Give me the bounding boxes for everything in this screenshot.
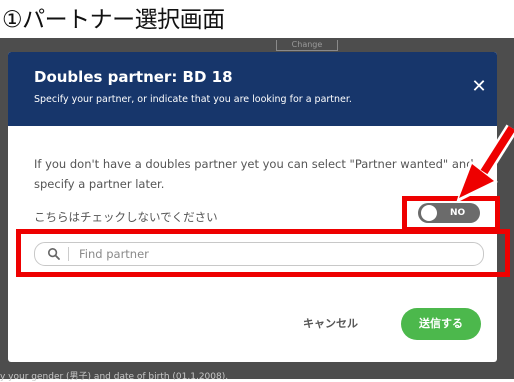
background-footer-text: y your gender (男子) and date of birth (01… xyxy=(0,372,229,382)
submit-button[interactable]: 送信する xyxy=(401,308,481,340)
partner-search-box[interactable] xyxy=(34,242,484,266)
toggle-state-text: NO xyxy=(450,208,466,218)
background-change-button: Change xyxy=(276,40,338,51)
screenshot-caption: ①パートナー選択画面 xyxy=(2,7,225,33)
close-icon[interactable]: ✕ xyxy=(468,76,490,98)
toggle-knob xyxy=(421,205,437,221)
partner-wanted-label: こちらはチェックしないでください xyxy=(34,210,218,224)
doubles-partner-modal: Doubles partner: BD 18 Specify your part… xyxy=(8,52,497,362)
search-divider xyxy=(68,247,69,261)
partner-description: If you don't have a doubles partner yet … xyxy=(34,157,474,191)
modal-subtitle: Specify your partner, or indicate that y… xyxy=(34,94,352,105)
search-icon xyxy=(47,247,60,260)
cancel-button[interactable]: キャンセル xyxy=(303,314,358,334)
partner-wanted-toggle[interactable]: NO xyxy=(418,203,480,223)
modal-header: Doubles partner: BD 18 Specify your part… xyxy=(8,52,497,126)
partner-search-input[interactable] xyxy=(79,243,469,265)
modal-title: Doubles partner: BD 18 xyxy=(34,68,233,86)
